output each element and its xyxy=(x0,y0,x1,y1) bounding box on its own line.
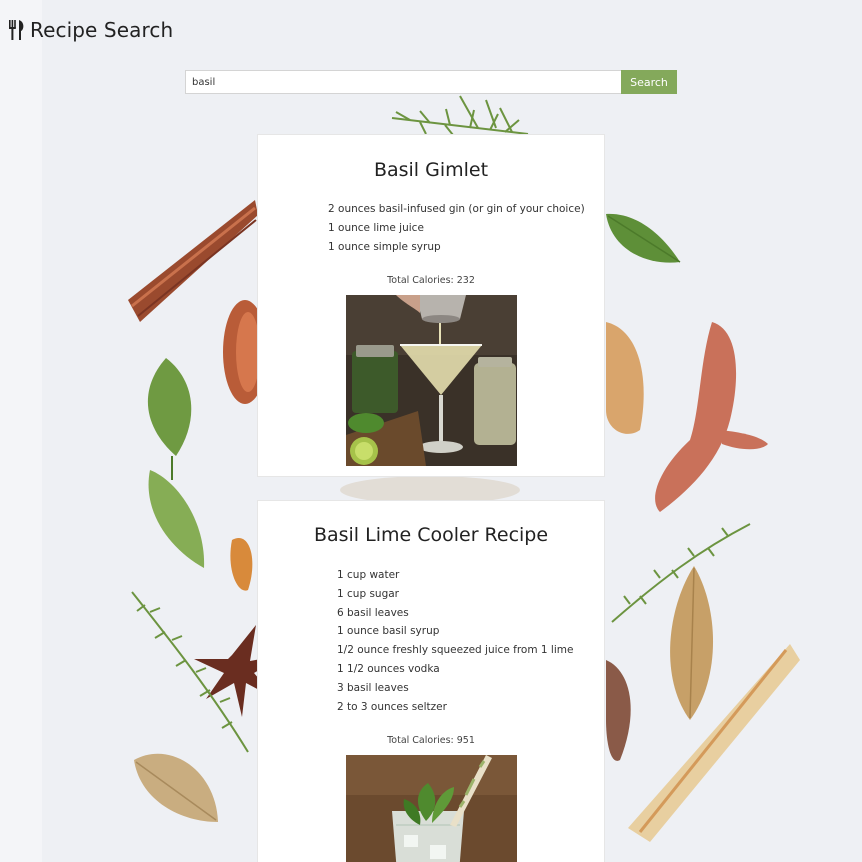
recipe-title: Basil Gimlet xyxy=(373,159,489,181)
ingredient-item: 1 cup sugar xyxy=(337,587,399,600)
bay-leaf-left xyxy=(134,753,218,822)
recipe-photo xyxy=(346,755,517,862)
ingredient-item: 1 ounce lime juice xyxy=(328,221,424,234)
search-button[interactable]: Search xyxy=(621,70,677,94)
recipe-card: Basil Lime Cooler Recipe 1 cup water 1 c… xyxy=(257,500,605,862)
ingredient-item: 1/2 ounce freshly squeezed juice from 1 … xyxy=(337,644,574,657)
ingredient-item: 2 to 3 ounces seltzer xyxy=(337,700,447,713)
turmeric-root-right xyxy=(655,322,768,512)
basil-leaves-left xyxy=(147,358,205,568)
total-calories: Total Calories: 232 xyxy=(387,275,475,286)
turmeric-left xyxy=(230,538,253,591)
app-header: Recipe Search xyxy=(8,18,173,42)
app-title: Recipe Search xyxy=(30,18,174,42)
recipe-card: Basil Gimlet 2 ounces basil-infused gin … xyxy=(257,134,605,477)
search-bar: Search xyxy=(185,70,677,94)
ingredient-list: 2 ounces basil-infused gin (or gin of yo… xyxy=(328,200,585,256)
ingredient-item: 2 ounces basil-infused gin (or gin of yo… xyxy=(328,203,585,215)
dark-root xyxy=(606,660,631,761)
recipe-photo xyxy=(346,295,517,466)
rosemary-sprig xyxy=(391,95,529,136)
ingredient-item: 1 ounce simple syrup xyxy=(328,240,441,253)
ingredient-item: 1 1/2 ounces vodka xyxy=(337,662,440,675)
background-strip xyxy=(0,0,42,862)
basil-leaf-right xyxy=(606,213,681,263)
galangal-slice xyxy=(628,644,800,842)
bay-leaf-right xyxy=(670,566,714,720)
total-calories: Total Calories: 951 xyxy=(387,735,475,746)
ingredient-list: 1 cup water 1 cup sugar 6 basil leaves 1… xyxy=(337,566,573,716)
basil-gimlet-photo xyxy=(346,295,517,466)
basil-lime-cooler-photo xyxy=(346,755,517,862)
ginger-root xyxy=(606,322,644,434)
fork-knife-icon xyxy=(9,20,24,40)
search-input[interactable] xyxy=(185,70,621,94)
ingredient-item: 6 basil leaves xyxy=(337,606,409,619)
ingredient-item: 3 basil leaves xyxy=(337,681,409,694)
ingredient-item: 1 cup water xyxy=(337,569,400,581)
ingredient-item: 1 ounce basil syrup xyxy=(337,625,440,638)
recipe-title: Basil Lime Cooler Recipe xyxy=(313,524,549,546)
